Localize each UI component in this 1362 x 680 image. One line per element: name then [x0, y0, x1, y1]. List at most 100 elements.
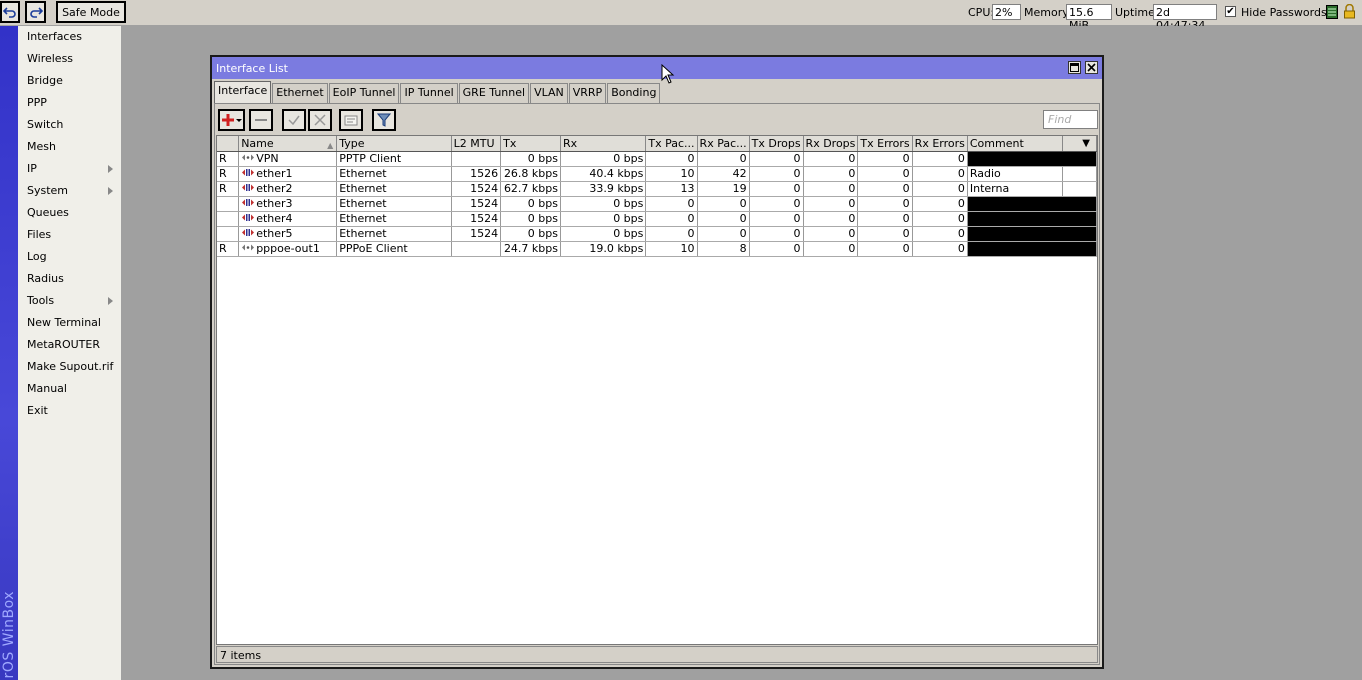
cell-text: 0	[957, 212, 965, 225]
list-icon[interactable]	[1326, 5, 1338, 22]
sidebar-item-interfaces[interactable]: Interfaces	[18, 26, 121, 48]
column-header[interactable]: Rx	[560, 136, 647, 152]
sidebar-item-queues[interactable]: Queues	[18, 202, 121, 224]
tab-bonding[interactable]: Bonding	[607, 83, 661, 103]
tab-ip-tunnel[interactable]: IP Tunnel	[400, 83, 458, 103]
column-header[interactable]: L2 MTU	[451, 136, 502, 152]
table-row[interactable]: Rether1 Ethernet 1526 26.8 kbps 40.4 kbps 10 4…	[217, 166, 1097, 182]
window-title-bar[interactable]: Interface List	[212, 57, 1102, 79]
cell-flag: R	[217, 241, 240, 257]
cell-rx: 0 bps	[560, 151, 647, 167]
ethernet-icon	[241, 182, 255, 195]
sidebar-item-new-terminal[interactable]: New Terminal	[18, 312, 121, 334]
close-button[interactable]	[1085, 61, 1098, 74]
cell-txe: 0	[857, 166, 913, 182]
sidebar-item-switch[interactable]: Switch	[18, 114, 121, 136]
cell-text: R	[219, 167, 227, 180]
cell-text: 0	[687, 197, 695, 210]
enable-button[interactable]	[282, 109, 306, 131]
sidebar-item-label: Queues	[27, 206, 69, 219]
sidebar-item-wireless[interactable]: Wireless	[18, 48, 121, 70]
column-header[interactable]	[217, 136, 240, 152]
column-chooser-button[interactable]: ▼	[1062, 136, 1097, 152]
cell-type: Ethernet	[336, 166, 452, 182]
table-row[interactable]: Rether2 Ethernet 1524 62.7 kbps 33.9 kbps 13 1…	[217, 181, 1097, 197]
ethernet-icon	[241, 197, 255, 210]
cell-l2mtu: 1524	[451, 181, 502, 197]
sidebar-item-label: PPP	[27, 96, 47, 109]
cell-name: ether4	[238, 211, 338, 227]
sidebar-item-make-supout-rif[interactable]: Make Supout.rif	[18, 356, 121, 378]
column-header[interactable]: Tx Errors	[857, 136, 913, 152]
disable-button[interactable]	[308, 109, 332, 131]
column-header[interactable]: Comment	[967, 136, 1063, 152]
sidebar-item-bridge[interactable]: Bridge	[18, 70, 121, 92]
table-row[interactable]: ether4 Ethernet 1524 0 bps 0 bps 0 0 0 0 0 0	[217, 211, 1097, 227]
sidebar-item-ip[interactable]: IP	[18, 158, 121, 180]
memory-value: 15.6 MiB	[1066, 4, 1112, 32]
cell-text: pppoe-out1	[256, 241, 320, 255]
table-row[interactable]: R VPN PPTP Client 0 bps 0 bps 0 0 0 0 0 0	[217, 151, 1097, 167]
filter-button[interactable]	[372, 109, 396, 131]
redo-button[interactable]	[25, 1, 46, 23]
maximize-button[interactable]	[1068, 61, 1081, 74]
add-button[interactable]	[218, 109, 245, 131]
column-header[interactable]: Tx	[500, 136, 561, 152]
cell-rxd: 0	[803, 196, 859, 212]
cell-rxp: 0	[697, 196, 750, 212]
minus-icon	[255, 119, 267, 121]
find-input[interactable]	[1043, 110, 1098, 129]
undo-button[interactable]	[0, 1, 20, 23]
cell-text: 0 bps	[613, 212, 644, 225]
column-header[interactable]: Rx Errors	[912, 136, 968, 152]
cell-text: R	[219, 242, 227, 255]
x-icon	[314, 114, 326, 126]
sidebar-item-exit[interactable]: Exit	[18, 400, 121, 422]
table-row[interactable]: Rpppoe-out1 PPPoE Client 24.7 kbps 19.0 kbp…	[217, 241, 1097, 257]
sidebar-item-tools[interactable]: Tools	[18, 290, 121, 312]
safe-mode-button[interactable]: Safe Mode	[56, 1, 126, 23]
column-header[interactable]: Tx Drops	[749, 136, 804, 152]
cell-txp: 0	[645, 151, 698, 167]
column-header[interactable]: Type	[336, 136, 452, 152]
sidebar-item-ppp[interactable]: PPP	[18, 92, 121, 114]
cell-text: 26.8 kbps	[503, 167, 558, 180]
table-row[interactable]: ether3 Ethernet 1524 0 bps 0 bps 0 0 0 0 0 0	[217, 196, 1097, 212]
column-header[interactable]: Name ▲	[238, 136, 338, 152]
tab-interface[interactable]: Interface	[214, 81, 272, 103]
sidebar-item-mesh[interactable]: Mesh	[18, 136, 121, 158]
cell-text: R	[219, 182, 227, 195]
cell-tx: 62.7 kbps	[500, 181, 561, 197]
sidebar-item-manual[interactable]: Manual	[18, 378, 121, 400]
column-header[interactable]: Tx Pac...	[645, 136, 698, 152]
tab-vrrp[interactable]: VRRP	[568, 83, 607, 103]
column-header[interactable]: Rx Drops	[803, 136, 859, 152]
cell-txd: 0	[749, 166, 804, 182]
cell-text: 0	[739, 212, 747, 225]
cell-text: Radio	[969, 167, 1001, 180]
dropdown-arrow-icon: ▼	[1082, 138, 1090, 149]
hide-passwords-checkbox[interactable]: ✔	[1225, 6, 1236, 17]
sidebar-item-system[interactable]: System	[18, 180, 121, 202]
sidebar-item-metarouter[interactable]: MetaROUTER	[18, 334, 121, 356]
cell-text: 0	[739, 152, 747, 165]
remove-button[interactable]	[249, 109, 273, 131]
table-row[interactable]: ether5 Ethernet 1524 0 bps 0 bps 0 0 0 0 0 0	[217, 226, 1097, 242]
sidebar-item-label: MetaROUTER	[27, 338, 100, 351]
tab-gre-tunnel[interactable]: GRE Tunnel	[458, 83, 530, 103]
cell-text: 0 bps	[527, 197, 558, 210]
cell-txe: 0	[857, 241, 913, 257]
cell-text: Ethernet	[339, 227, 387, 240]
tab-ethernet[interactable]: Ethernet	[272, 83, 328, 103]
sidebar-item-radius[interactable]: Radius	[18, 268, 121, 290]
tab-eoip-tunnel[interactable]: EoIP Tunnel	[328, 83, 400, 103]
sidebar-item-log[interactable]: Log	[18, 246, 121, 268]
cell-text: 0	[793, 167, 801, 180]
sidebar-item-files[interactable]: Files	[18, 224, 121, 246]
column-header[interactable]: Rx Pac...	[697, 136, 750, 152]
submenu-arrow-icon	[108, 165, 113, 173]
comment-button[interactable]	[339, 109, 363, 131]
tab-vlan[interactable]: VLAN	[530, 83, 568, 103]
lock-icon[interactable]	[1343, 3, 1356, 22]
cell-rxd: 0	[803, 151, 859, 167]
